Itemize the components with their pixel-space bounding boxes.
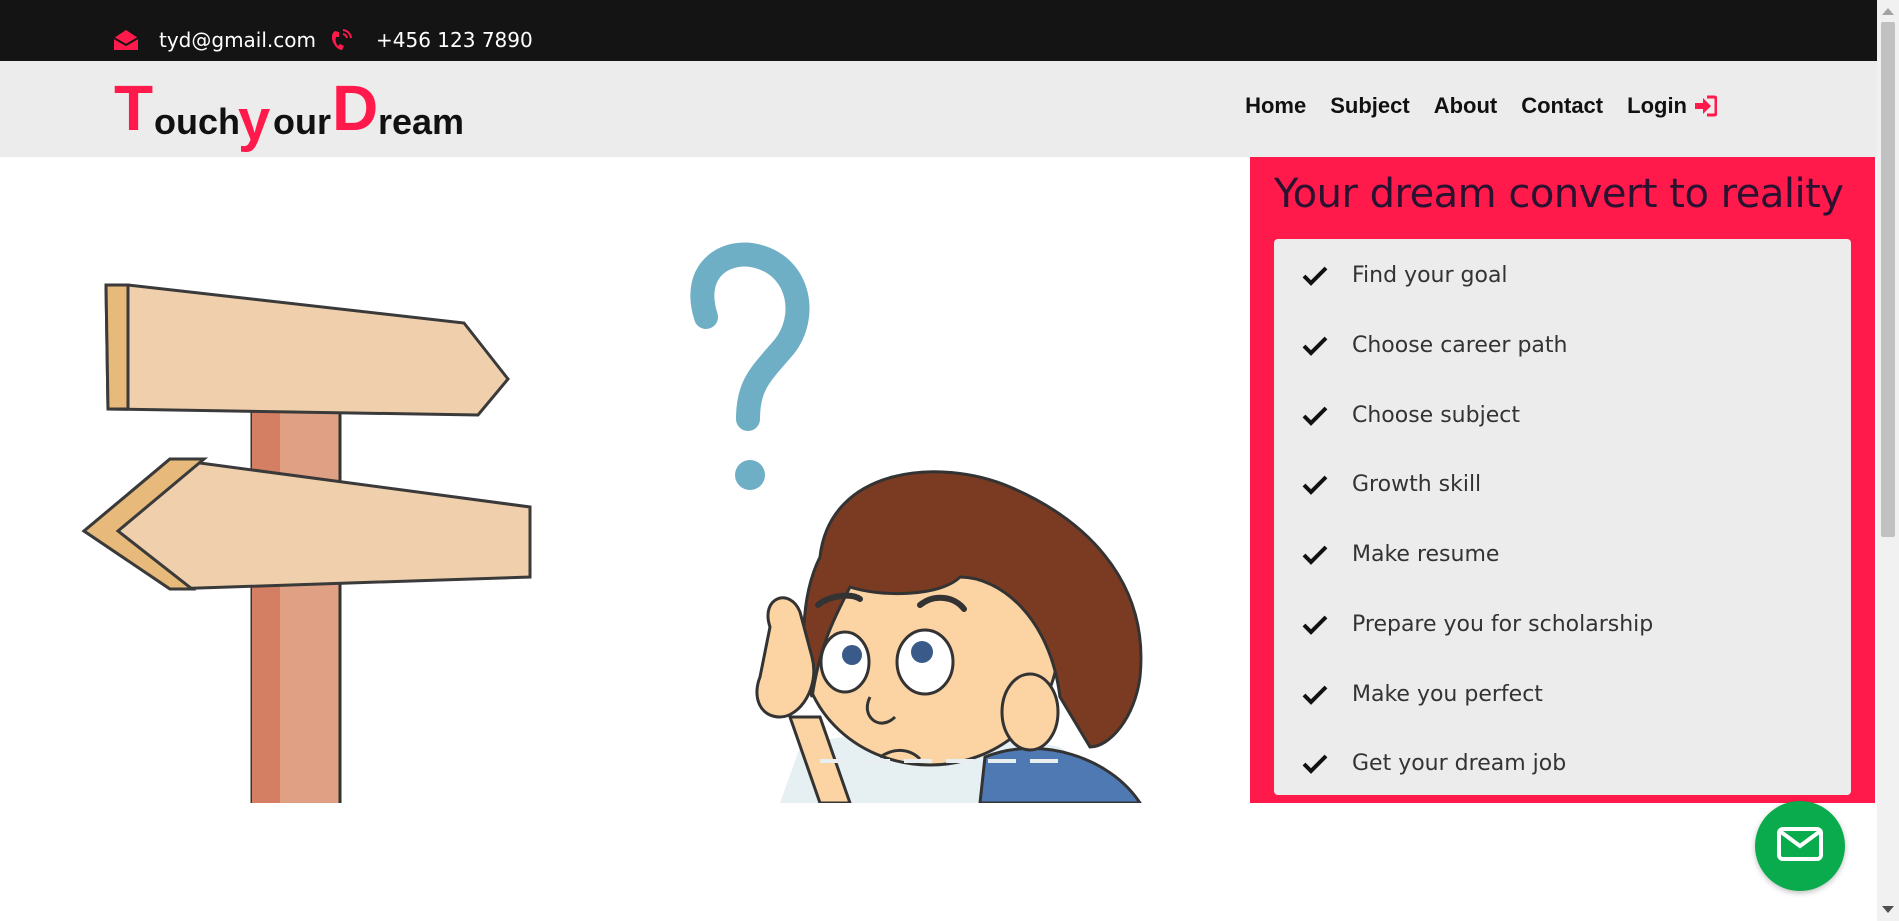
- list-item-text: Choose subject: [1352, 403, 1520, 428]
- list-item-text: Choose career path: [1352, 333, 1568, 358]
- panel-title: Your dream convert to reality: [1274, 171, 1844, 217]
- check-icon: [1302, 614, 1328, 636]
- check-icon: [1302, 405, 1328, 427]
- list-item: Choose career path: [1302, 333, 1567, 358]
- list-item: Get your dream job: [1302, 751, 1566, 776]
- list-item-text: Growth skill: [1352, 472, 1482, 497]
- check-icon: [1302, 544, 1328, 566]
- list-item-text: Get your dream job: [1352, 751, 1567, 776]
- check-icon: [1302, 335, 1328, 357]
- nav-about[interactable]: About: [1434, 93, 1498, 119]
- logo-text-ream: ream: [378, 101, 465, 142]
- scroll-down-arrow-icon[interactable]: [1882, 906, 1894, 913]
- list-item: Make resume: [1302, 542, 1499, 567]
- scrollbar-thumb[interactable]: [1881, 22, 1895, 537]
- list-item-text: Make resume: [1352, 542, 1500, 567]
- confused-boy-signpost-illustration: [81, 242, 1143, 803]
- logo-text-ouch: ouch: [154, 101, 240, 142]
- list-item-text: Prepare you for scholarship: [1352, 612, 1654, 637]
- list-item: Prepare you for scholarship: [1302, 612, 1653, 637]
- list-item-text: Find your goal: [1352, 263, 1508, 288]
- contact-email-text: tyd@gmail.com: [159, 28, 316, 52]
- logo-letter-y: y: [238, 88, 271, 153]
- mail-icon: [1777, 827, 1823, 865]
- contact-phone[interactable]: +456 123 7890: [330, 28, 533, 52]
- list-item: Choose subject: [1302, 403, 1520, 428]
- check-icon: [1302, 753, 1328, 775]
- hero-illustration: [0, 157, 1250, 803]
- sign-in-icon: [1693, 95, 1717, 117]
- nav-login-label: Login: [1627, 93, 1687, 118]
- features-panel: Your dream convert to reality Find your …: [1250, 157, 1875, 803]
- top-contact-bar: tyd@gmail.com +456 123 7890: [0, 0, 1877, 61]
- logo-letter-d: D: [332, 72, 379, 144]
- check-icon: [1302, 474, 1328, 496]
- list-item-text: Make you perfect: [1352, 682, 1543, 707]
- logo-letter-t: T: [114, 72, 154, 144]
- list-item: Growth skill: [1302, 472, 1481, 497]
- list-item: Find your goal: [1302, 263, 1508, 288]
- phone-ringing-icon: [330, 28, 356, 52]
- nav-login[interactable]: Login: [1627, 93, 1717, 119]
- main-navbar: T ouch y our D ream Home Subject About C…: [0, 61, 1877, 157]
- mail-button[interactable]: [1755, 801, 1845, 891]
- nav-home[interactable]: Home: [1245, 93, 1306, 119]
- contact-email[interactable]: tyd@gmail.com: [113, 28, 316, 52]
- logo-text-our: our: [273, 101, 331, 142]
- primary-nav: Home Subject About Contact Login: [1245, 93, 1717, 119]
- check-icon: [1302, 265, 1328, 287]
- nav-subject[interactable]: Subject: [1330, 93, 1409, 119]
- envelope-open-icon: [113, 28, 139, 52]
- contact-phone-text: +456 123 7890: [376, 28, 533, 52]
- check-icon: [1302, 684, 1328, 706]
- page-scrollbar[interactable]: [1877, 0, 1899, 921]
- scroll-up-arrow-icon[interactable]: [1882, 8, 1894, 15]
- nav-contact[interactable]: Contact: [1521, 93, 1603, 119]
- features-list-box: Find your goal Choose career path Choose…: [1274, 239, 1851, 795]
- list-item: Make you perfect: [1302, 682, 1543, 707]
